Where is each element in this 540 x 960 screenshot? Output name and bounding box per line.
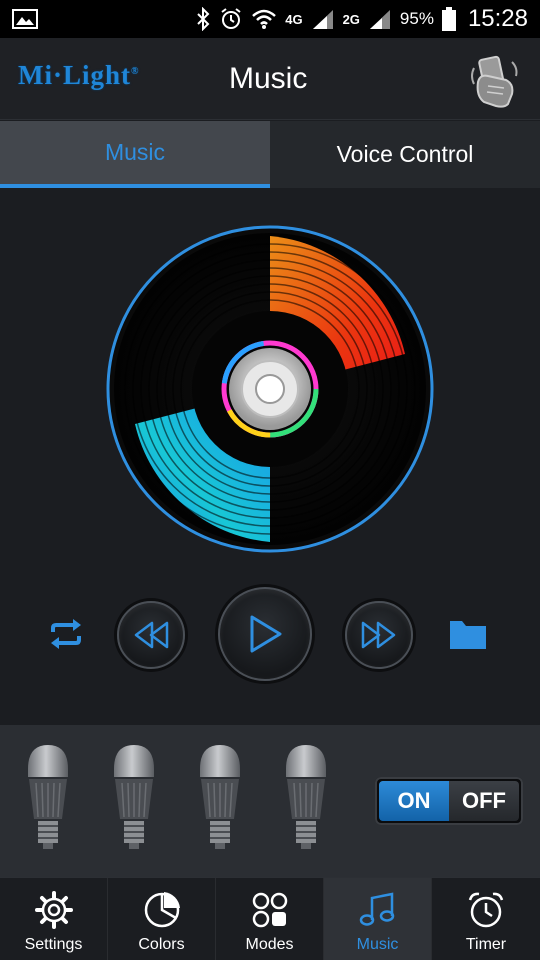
folder-icon bbox=[450, 621, 486, 649]
vinyl-disc-icon bbox=[106, 225, 434, 553]
rewind-icon bbox=[134, 621, 169, 649]
play-icon bbox=[250, 615, 282, 653]
nav-music-label: Music bbox=[356, 936, 399, 953]
fast-forward-icon bbox=[361, 621, 396, 649]
nav-modes[interactable]: Modes bbox=[216, 878, 324, 960]
nav-colors-label: Colors bbox=[138, 936, 185, 953]
bulb-group-bar: ON OFF bbox=[0, 725, 540, 877]
music-player bbox=[0, 188, 540, 725]
app-header: Mi·Light® Music bbox=[0, 38, 540, 120]
folder-button[interactable] bbox=[446, 614, 490, 654]
play-button[interactable] bbox=[218, 587, 312, 681]
fast-forward-button[interactable] bbox=[345, 601, 413, 669]
nav-timer-label: Timer bbox=[465, 936, 507, 953]
music-note-icon bbox=[359, 892, 394, 926]
player-controls bbox=[0, 584, 540, 684]
on-off-switch[interactable]: ON OFF bbox=[375, 777, 523, 825]
tab-bar: Music Voice Control bbox=[0, 121, 540, 188]
off-button[interactable]: OFF bbox=[449, 781, 519, 821]
page-title: Music bbox=[229, 62, 308, 95]
bulb-icon[interactable] bbox=[282, 743, 330, 853]
nav-music[interactable]: Music bbox=[324, 878, 432, 960]
signal-icon-2 bbox=[369, 10, 390, 29]
image-notification-icon bbox=[12, 9, 38, 29]
rewind-button[interactable] bbox=[117, 601, 185, 669]
repeat-icon bbox=[51, 619, 81, 649]
pie-chart-icon bbox=[144, 892, 180, 928]
network-4g-label: 4G bbox=[285, 11, 303, 27]
nav-modes-label: Modes bbox=[245, 936, 294, 953]
network-2g-label: 2G bbox=[342, 11, 360, 27]
alarm-clock-icon bbox=[468, 892, 504, 928]
milight-logo: Mi·Light® bbox=[18, 60, 140, 90]
modes-grid-icon bbox=[252, 892, 287, 928]
nav-settings-label: Settings bbox=[24, 936, 83, 953]
shake-hand-icon bbox=[471, 55, 518, 108]
battery-icon bbox=[441, 7, 456, 31]
bulb-icon[interactable] bbox=[110, 743, 158, 853]
battery-percent: 95% bbox=[399, 9, 434, 28]
status-time: 15:28 bbox=[467, 5, 528, 32]
status-bar: 4G 2G 95% 15:28 bbox=[0, 0, 540, 38]
gear-icon bbox=[34, 891, 73, 929]
wifi-icon bbox=[252, 9, 277, 29]
bottom-nav: Settings Colors Modes Music Timer bbox=[0, 877, 540, 960]
nav-timer[interactable]: Timer bbox=[432, 878, 540, 960]
nav-settings[interactable]: Settings bbox=[0, 878, 108, 960]
nav-colors[interactable]: Colors bbox=[108, 878, 216, 960]
tab-music[interactable]: Music bbox=[0, 121, 270, 188]
shake-phone-button[interactable] bbox=[466, 52, 524, 110]
alarm-icon bbox=[221, 8, 241, 29]
tab-voice-control[interactable]: Voice Control bbox=[270, 121, 540, 188]
on-button[interactable]: ON bbox=[379, 781, 449, 821]
app-screen: 4G 2G 95% 15:28 Mi·Light® Music Music Vo… bbox=[0, 0, 540, 960]
signal-icon bbox=[312, 10, 333, 29]
repeat-button[interactable] bbox=[46, 614, 86, 654]
bulb-icon[interactable] bbox=[24, 743, 72, 853]
bluetooth-icon bbox=[197, 7, 210, 31]
bulb-icon[interactable] bbox=[196, 743, 244, 853]
